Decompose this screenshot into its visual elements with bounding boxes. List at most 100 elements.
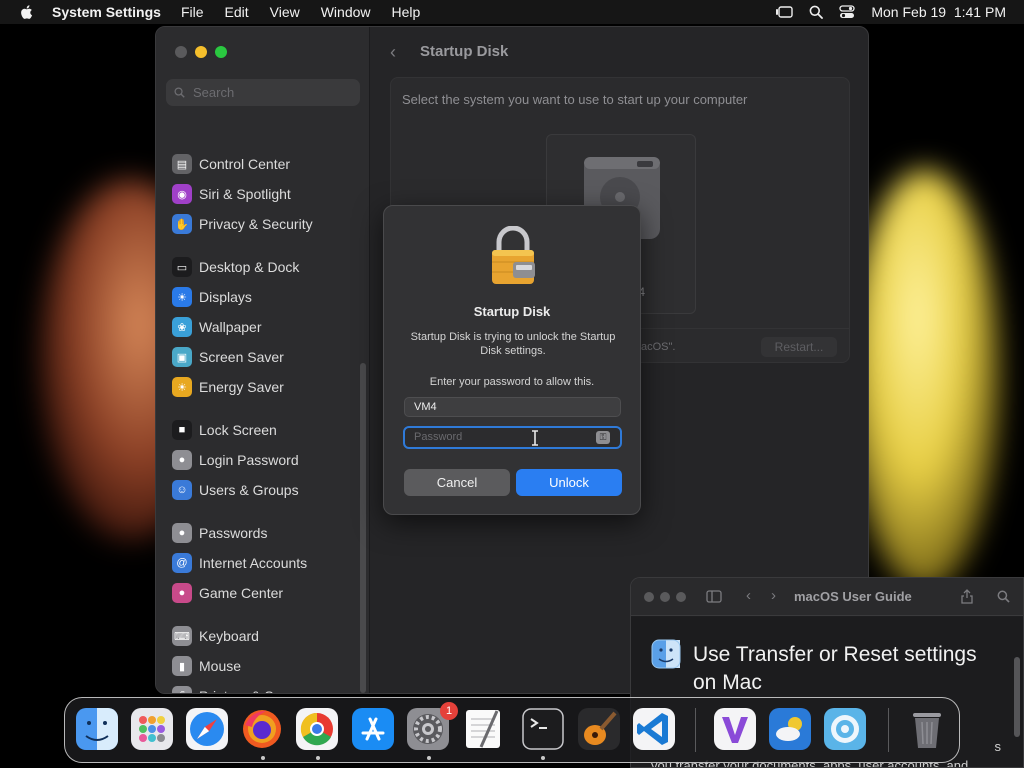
dock-firefox-running-indicator [261,756,265,760]
help-scrollbar[interactable] [1014,657,1020,737]
menu-help[interactable]: Help [392,4,421,20]
username-field[interactable]: VM4 [404,397,621,417]
users-icon: ☺ [172,480,192,500]
help-zoom-button[interactable] [676,592,686,602]
finder-icon [76,708,118,750]
control-center-icon[interactable] [839,5,856,19]
dock-app-store[interactable] [351,707,395,751]
sidebar-item-label: Login Password [199,452,299,468]
dock-separator [888,708,889,752]
sidebar-item-control-center[interactable]: ▤ Control Center [172,152,290,176]
sidebar-item-displays[interactable]: ☀ Displays [172,285,252,309]
menu-view[interactable]: View [270,4,300,20]
wallpaper-icon: ❀ [172,317,192,337]
sidebar-item-mouse[interactable]: ▮ Mouse [172,654,241,678]
notification-badge: 1 [440,702,458,720]
dock-screen-sharing[interactable] [823,707,867,751]
sidebar-item-label: Users & Groups [199,482,299,498]
siri-icon: ◉ [172,184,192,204]
trash-icon [913,713,941,748]
dialog-message: Startup Disk is trying to unlock the Sta… [410,331,616,357]
sidebar-item-label: Game Center [199,585,284,601]
back-button[interactable]: ‹ [390,42,396,63]
screen-sharing-icon [824,708,866,750]
at-icon: @ [172,553,192,573]
safari-icon [186,708,228,750]
dock-textedit[interactable] [461,707,505,751]
sidebar-item-label: Energy Saver [199,379,284,395]
sidebar-toggle-icon[interactable] [706,590,722,603]
menu-edit[interactable]: Edit [225,4,249,20]
dock-terminal[interactable] [521,707,565,751]
sidebar-scrollbar[interactable] [360,363,366,693]
startup-disk-status: acOS". [641,341,676,353]
help-search-icon[interactable] [997,590,1010,603]
menu-bar: System Settings File Edit View Window He… [0,0,1024,24]
dock-launchpad[interactable] [130,707,174,751]
menu-app-name[interactable]: System Settings [52,4,161,20]
cancel-button[interactable]: Cancel [404,469,510,496]
menu-file[interactable]: File [181,4,204,20]
sidebar-item-screen-saver[interactable]: ▣ Screen Saver [172,345,284,369]
search-placeholder: Search [193,85,235,100]
share-icon[interactable] [961,589,973,604]
unlock-button[interactable]: Unlock [516,469,622,496]
sidebar-item-login-password[interactable]: ● Login Password [172,448,299,472]
help-back-icon[interactable]: ‹ [746,587,751,604]
sidebar-item-label: Internet Accounts [199,555,308,571]
stage-manager-icon[interactable] [775,5,794,19]
ibeam-cursor-icon [532,430,538,446]
dock-settings-running-indicator [427,756,431,760]
dock-terminal-running-indicator [541,756,545,760]
apple-menu-icon[interactable] [18,3,36,21]
help-forward-icon[interactable]: › [771,587,776,604]
sidebar-item-game-center[interactable]: ● Game Center [172,581,283,605]
sidebar-item-printers-scanners[interactable]: ⎙ Printers & Scanners [172,684,324,693]
sidebar-item-energy-saver[interactable]: ☀ Energy Saver [172,375,284,399]
sidebar-item-desktop-dock[interactable]: ▭ Desktop & Dock [172,255,299,279]
sidebar-item-keyboard[interactable]: ⌨ Keyboard [172,624,259,648]
padlock-icon [492,226,535,284]
restart-button[interactable]: Restart... [761,337,837,357]
dock-firefox[interactable] [240,707,284,751]
dock-weather[interactable] [768,707,812,751]
printer-icon: ⎙ [172,686,192,693]
sidebar-item-users-groups[interactable]: ☺ Users & Groups [172,478,299,502]
minimize-window-button[interactable] [195,46,207,58]
key-icon: ● [172,523,192,543]
dock-vscode[interactable] [632,707,676,751]
spotlight-search-icon[interactable] [809,5,824,19]
guitar-icon [578,708,620,750]
dock-trash[interactable] [905,707,949,751]
finder-icon [651,639,681,669]
mouse-icon: ▮ [172,656,192,676]
dock-chrome[interactable] [295,707,339,751]
sun-icon: ☀ [172,287,192,307]
sidebar-item-passwords[interactable]: ● Passwords [172,521,267,545]
dock-visual-studio[interactable] [713,707,757,751]
menu-window[interactable]: Window [321,4,371,20]
dock-safari[interactable] [185,707,229,751]
sidebar-item-wallpaper[interactable]: ❀ Wallpaper [172,315,262,339]
sidebar-search-field[interactable]: Search [166,79,360,106]
sidebar-item-privacy-security[interactable]: ✋ Privacy & Security [172,212,313,236]
help-minimize-button[interactable] [660,592,670,602]
help-close-button[interactable] [644,592,654,602]
menu-clock[interactable]: Mon Feb 19 1:41 PM [871,4,1006,20]
password-key-icon[interactable]: ⚿ [596,431,610,444]
lock-icon: ■ [172,420,192,440]
sidebar-item-label: Siri & Spotlight [199,186,291,202]
weather-icon [769,708,811,750]
sidebar-item-label: Lock Screen [199,422,277,438]
dock-finder[interactable] [75,707,119,751]
sidebar-item-internet-accounts[interactable]: @ Internet Accounts [172,551,307,575]
zoom-window-button[interactable] [215,46,227,58]
close-window-button[interactable] [175,46,187,58]
app-store-icon [352,708,394,750]
sidebar-item-siri-spotlight[interactable]: ◉ Siri & Spotlight [172,182,291,206]
chrome-icon [296,708,338,750]
dock-garageband[interactable] [577,707,621,751]
sidebar-item-label: Privacy & Security [199,216,313,232]
sidebar-item-lock-screen[interactable]: ■ Lock Screen [172,418,277,442]
password-field[interactable]: Password ⚿ [403,426,622,449]
